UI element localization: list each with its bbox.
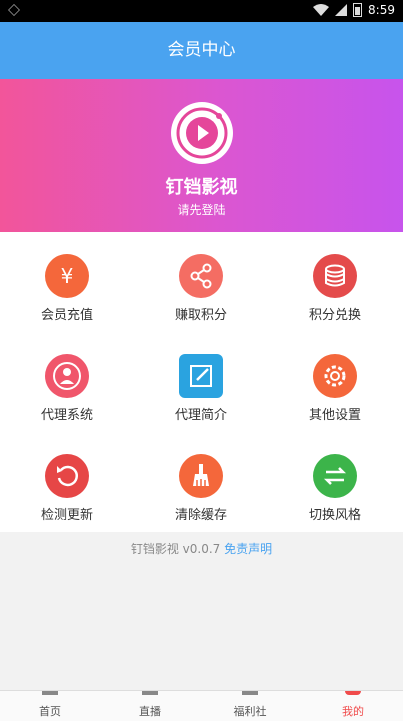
tab-live[interactable]: 直播: [100, 691, 200, 721]
menu-item-agent-intro[interactable]: 代理简介: [134, 332, 268, 432]
notification-icon: [8, 4, 20, 16]
gear-icon: [313, 354, 357, 398]
menu-item-agent-system[interactable]: 代理系统: [0, 332, 134, 432]
home-icon: [42, 691, 58, 695]
tab-mine[interactable]: 我的: [303, 691, 403, 721]
menu-item-clear-cache[interactable]: 清除缓存: [134, 432, 268, 532]
tab-home[interactable]: 首页: [0, 691, 100, 721]
app-logo-button[interactable]: [171, 102, 233, 164]
wifi-icon: [313, 4, 330, 16]
coin-stack-icon: [313, 254, 357, 298]
menu-item-recharge[interactable]: ¥ 会员充值: [0, 232, 134, 332]
menu-item-switch-style[interactable]: 切换风格: [268, 432, 402, 532]
menu-item-check-update[interactable]: 检测更新: [0, 432, 134, 532]
profile-icon: [345, 691, 361, 695]
version-info: 钉铛影视 v0.0.7 免责声明: [0, 540, 403, 557]
status-time: 8:59: [368, 3, 395, 17]
swap-icon: [313, 454, 357, 498]
login-link[interactable]: 请先登陆: [0, 201, 403, 218]
app-name: 钉铛影视: [165, 177, 238, 198]
edit-icon: [179, 354, 223, 398]
profile-banner: 钉铛影视 请先登陆: [0, 79, 403, 232]
tab-welfare[interactable]: 福利社: [200, 691, 300, 721]
status-bar: 8:59: [0, 0, 403, 22]
page-title: 会员中心: [0, 22, 403, 79]
battery-icon: [353, 3, 363, 17]
broom-icon: [179, 454, 223, 498]
gift-icon: [242, 691, 258, 695]
refresh-icon: [45, 454, 89, 498]
yen-icon: ¥: [45, 254, 89, 298]
disclaimer-link[interactable]: 免责声明: [224, 542, 272, 556]
menu-grid: ¥ 会员充值 赚取积分 积分兑换 代理系统 代理简介 其他设置 检测更新 清除缓…: [0, 232, 403, 532]
signal-icon: [335, 4, 348, 16]
bottom-tab-bar: 首页 直播 福利社 我的: [0, 690, 403, 721]
user-icon: [45, 354, 89, 398]
version-text: 钉铛影视 v0.0.7: [130, 542, 221, 556]
share-icon: [179, 254, 223, 298]
play-logo-icon: [176, 107, 228, 159]
menu-item-other-settings[interactable]: 其他设置: [268, 332, 402, 432]
menu-item-redeem-points[interactable]: 积分兑换: [268, 232, 402, 332]
svg-text:¥: ¥: [61, 264, 74, 288]
menu-item-earn-points[interactable]: 赚取积分: [134, 232, 268, 332]
live-icon: [142, 691, 158, 695]
